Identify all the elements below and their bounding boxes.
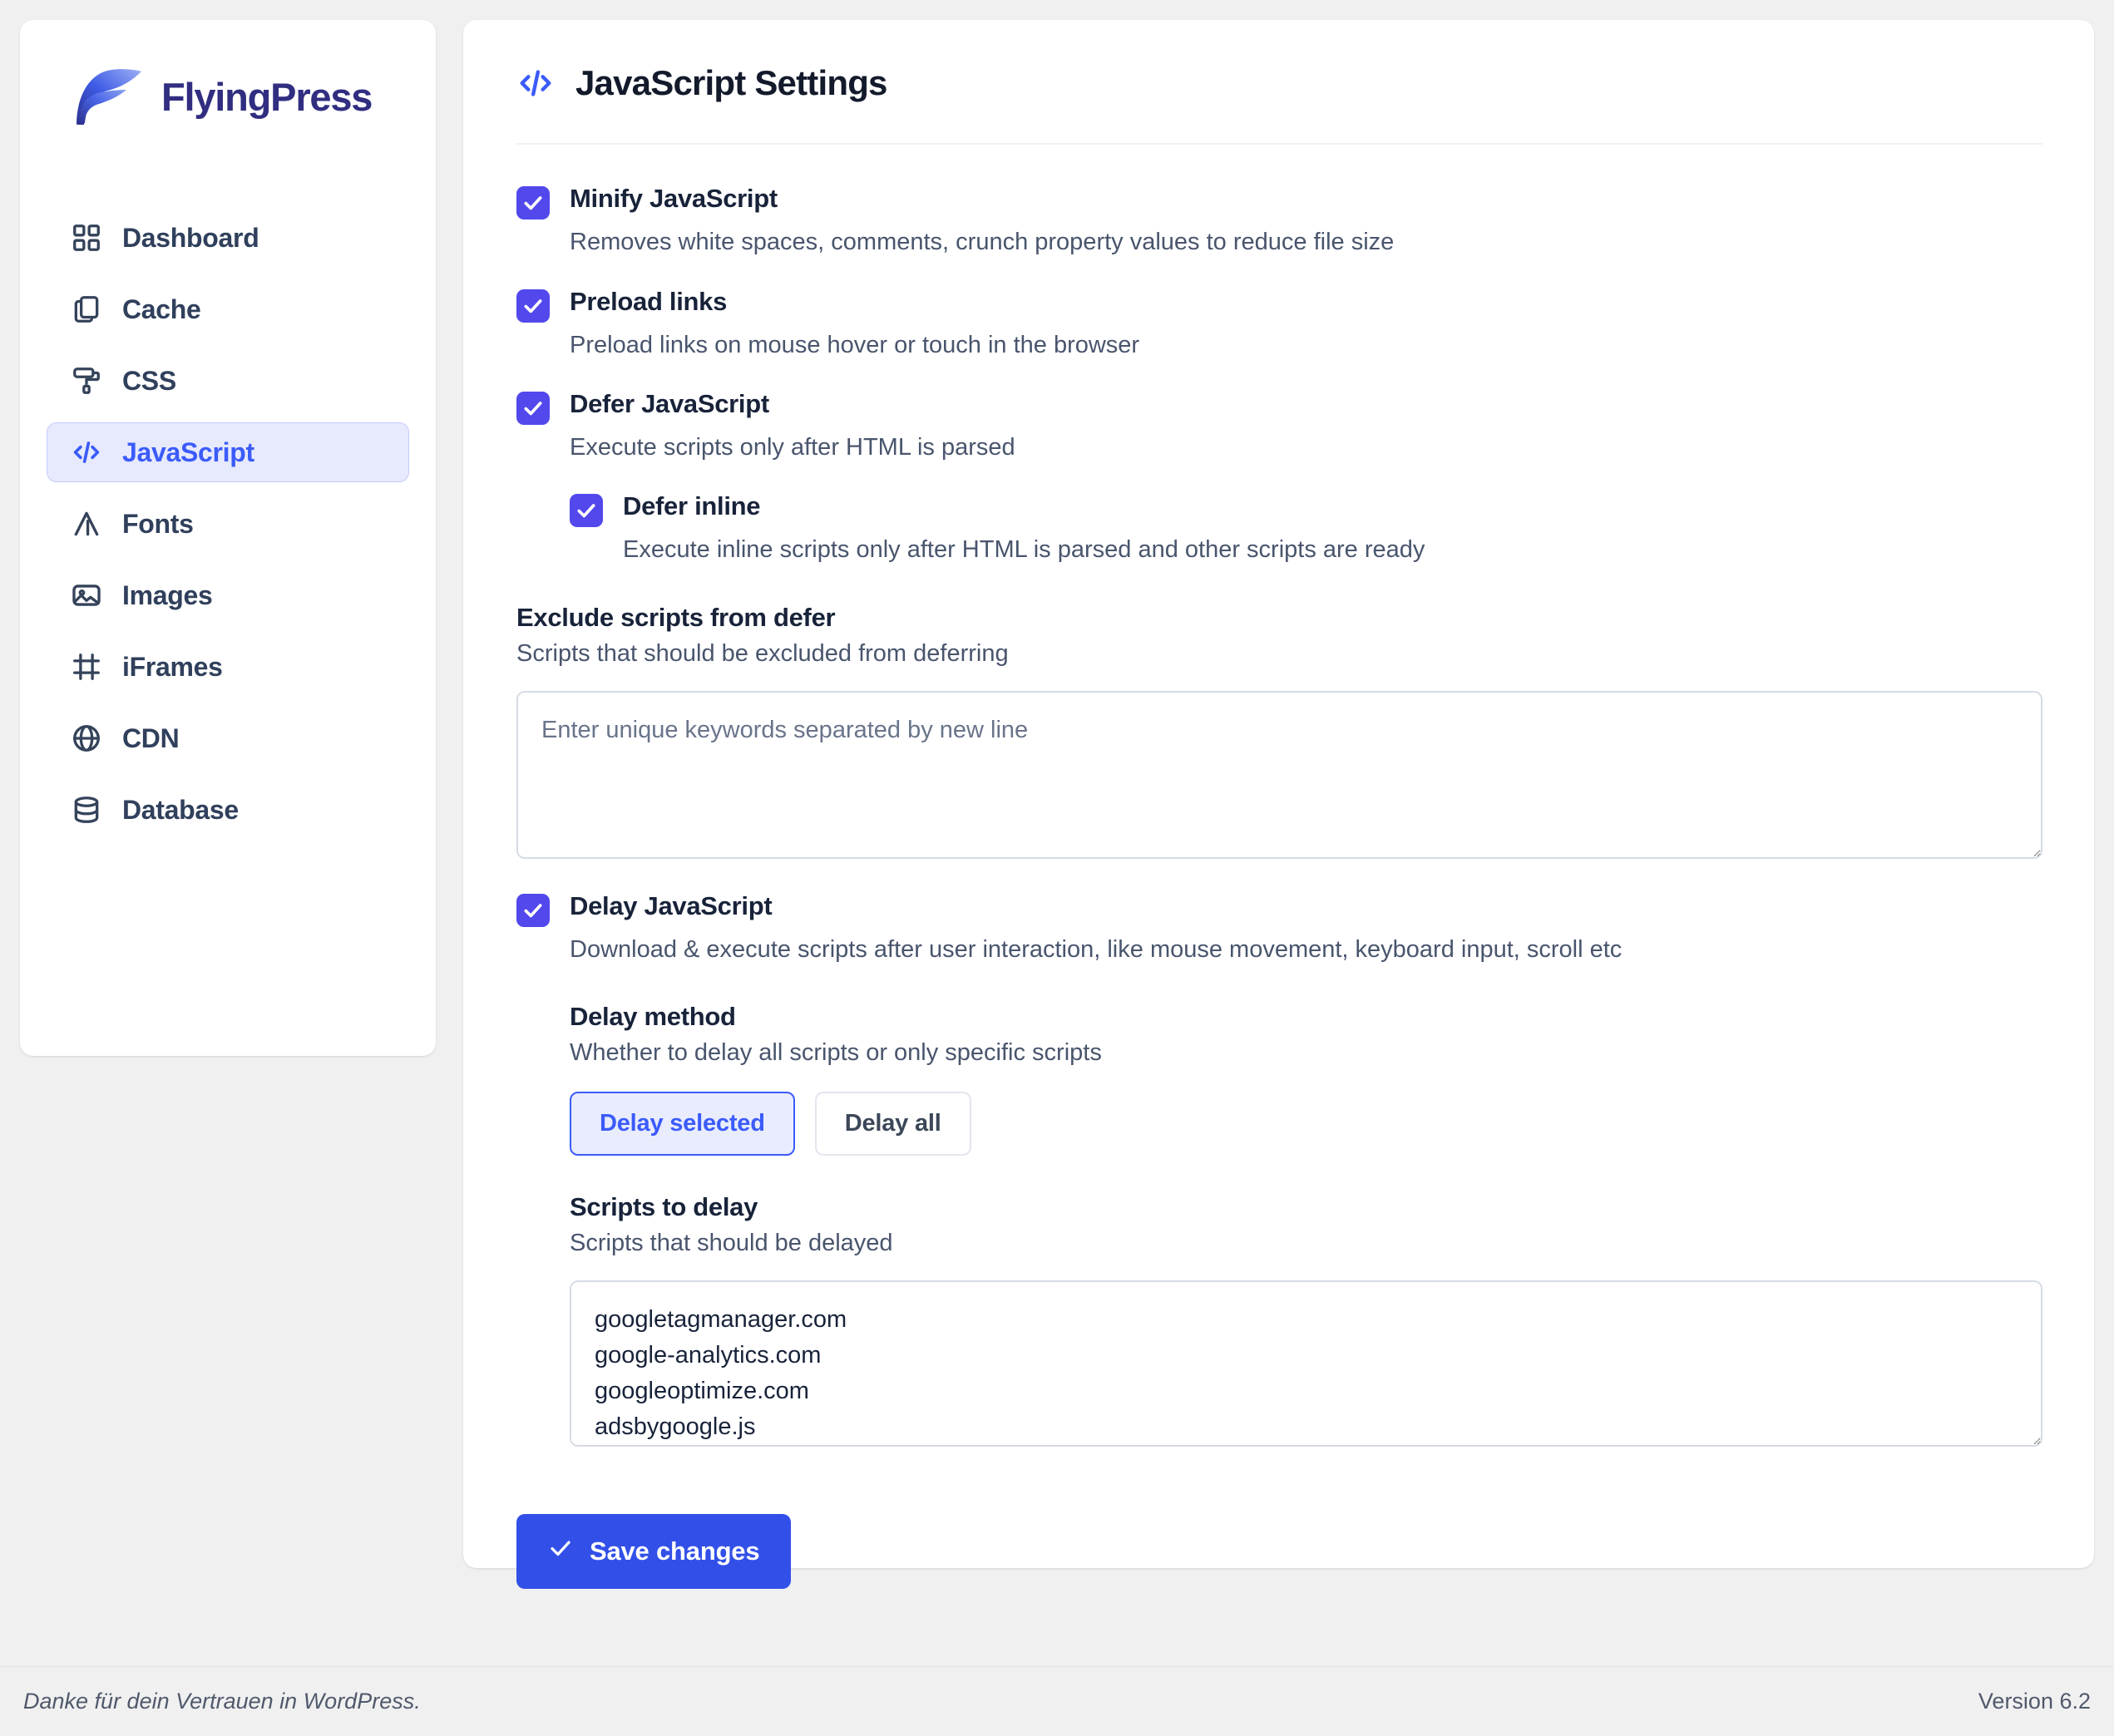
sidebar-item-label: Images — [122, 579, 213, 610]
code-brackets-icon — [516, 64, 555, 102]
sidebar-item-iframes[interactable]: iFrames — [47, 637, 409, 697]
sidebar: FlyingPress Dashboard Cache CSS JavaScri… — [20, 20, 436, 1056]
sidebar-item-database[interactable]: Database — [47, 780, 409, 840]
setting-description: Execute scripts only after HTML is parse… — [570, 434, 1015, 461]
save-button[interactable]: Save changes — [516, 1514, 792, 1590]
setting-delay-javascript: Delay JavaScript Download & execute scri… — [516, 890, 2042, 1447]
delay-selected-button[interactable]: Delay selected — [570, 1092, 795, 1157]
field-title: Scripts to delay — [570, 1192, 758, 1222]
delay-method-options: Delay selected Delay all — [570, 1092, 2042, 1157]
setting-label: Defer JavaScript — [570, 389, 769, 419]
sidebar-item-cdn[interactable]: CDN — [47, 708, 409, 768]
field-title: Delay method — [570, 1002, 736, 1032]
setting-description: Removes white spaces, comments, crunch p… — [570, 229, 1395, 255]
brand-name: FlyingPress — [161, 74, 373, 119]
frame-icon — [71, 651, 102, 683]
sidebar-item-label: JavaScript — [122, 436, 254, 467]
sidebar-item-css[interactable]: CSS — [47, 351, 409, 411]
setting-preload-links: Preload links Preload links on mouse hov… — [516, 286, 2042, 362]
field-description: Scripts that should be excluded from def… — [516, 639, 1009, 667]
setting-label: Preload links — [570, 286, 728, 316]
field-title: Exclude scripts from defer — [516, 602, 836, 632]
defer-javascript-checkbox[interactable] — [516, 392, 550, 426]
save-button-label: Save changes — [590, 1536, 760, 1566]
setting-description: Execute inline scripts only after HTML i… — [623, 536, 1425, 564]
setting-label: Defer inline — [623, 491, 761, 521]
footer-version: Version 6.2 — [1978, 1689, 2091, 1714]
settings-panel: JavaScript Settings Minify JavaScript Re… — [463, 20, 2094, 1590]
field-exclude-scripts-from-defer: Exclude scripts from defer Scripts that … — [516, 603, 2042, 859]
sidebar-item-label: Fonts — [122, 508, 194, 539]
delay-javascript-checkbox[interactable] — [516, 893, 550, 927]
sidebar-item-label: CDN — [122, 723, 180, 753]
globe-icon — [71, 723, 102, 754]
setting-label: Delay JavaScript — [570, 890, 773, 920]
sidebar-item-javascript[interactable]: JavaScript — [47, 422, 409, 482]
sidebar-nav: Dashboard Cache CSS JavaScript Fonts Ima… — [20, 208, 436, 840]
setting-minify-javascript: Minify JavaScript Removes white spaces, … — [516, 183, 2042, 259]
field-scripts-to-delay: Scripts to delay Scripts that should be … — [570, 1192, 2042, 1447]
panel-header: JavaScript Settings — [516, 63, 2042, 145]
setting-defer-inline: Defer inline Execute inline scripts only… — [570, 491, 2042, 566]
sidebar-item-fonts[interactable]: Fonts — [47, 494, 409, 554]
flyingpress-logo-icon — [72, 65, 143, 128]
paint-roller-icon — [71, 365, 102, 397]
setting-label: Minify JavaScript — [570, 184, 778, 213]
sidebar-item-label: Database — [122, 794, 239, 825]
grid-icon — [71, 222, 102, 254]
settings-list: Minify JavaScript Removes white spaces, … — [516, 145, 2042, 1590]
field-description: Whether to delay all scripts or only spe… — [570, 1039, 1102, 1067]
setting-description: Preload links on mouse hover or touch in… — [570, 331, 1140, 358]
app-root: FlyingPress Dashboard Cache CSS JavaScri… — [0, 0, 2114, 1736]
check-icon — [548, 1536, 573, 1567]
code-brackets-icon — [71, 436, 102, 468]
setting-defer-javascript: Defer JavaScript Execute scripts only af… — [516, 388, 2042, 859]
letter-a-icon — [71, 508, 102, 540]
sidebar-item-cache[interactable]: Cache — [47, 279, 409, 339]
minify-javascript-checkbox[interactable] — [516, 186, 550, 219]
page-title: JavaScript Settings — [575, 63, 887, 102]
copy-icon — [71, 293, 102, 325]
sidebar-item-images[interactable]: Images — [47, 565, 409, 625]
preload-links-checkbox[interactable] — [516, 289, 550, 323]
sidebar-item-label: iFrames — [122, 651, 223, 682]
sidebar-item-label: Cache — [122, 293, 201, 324]
field-delay-method: Delay method Whether to delay all script… — [570, 1002, 2042, 1157]
sidebar-item-label: Dashboard — [122, 222, 259, 253]
field-description: Scripts that should be delayed — [570, 1230, 893, 1257]
delay-all-button[interactable]: Delay all — [814, 1092, 971, 1157]
scripts-to-delay-textarea[interactable] — [570, 1280, 2042, 1447]
setting-description: Download & execute scripts after user in… — [570, 935, 1623, 963]
sidebar-item-dashboard[interactable]: Dashboard — [47, 208, 409, 268]
database-icon — [71, 794, 102, 826]
footer-credit: Danke für dein Vertrauen in WordPress. — [23, 1689, 421, 1714]
sidebar-item-label: CSS — [122, 365, 176, 396]
defer-inline-checkbox[interactable] — [570, 494, 603, 528]
footer: Danke für dein Vertrauen in WordPress. V… — [0, 1666, 2114, 1736]
image-icon — [71, 579, 102, 611]
exclude-scripts-textarea[interactable] — [516, 690, 2042, 859]
brand: FlyingPress — [20, 65, 436, 128]
